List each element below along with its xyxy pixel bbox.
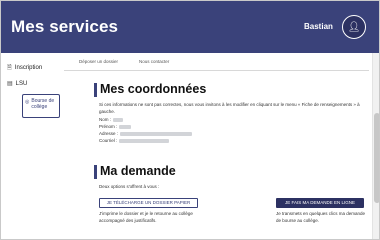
book-icon: ▤	[7, 81, 13, 87]
coordonnees-intro: Si ces informations ne sont pas correcte…	[99, 102, 360, 114]
sidebar-item-lsu[interactable]: ▤ LSU	[7, 80, 28, 88]
section-accent-bar	[94, 83, 97, 97]
field-label: Courriel :	[99, 138, 118, 143]
sidebar: 🗎︎ Inscription ▤ LSU ◎ Bourse de collège	[1, 53, 63, 239]
section-title-demande: Ma demande	[100, 164, 176, 178]
options-text: Deux options s'offrent à vous :	[99, 184, 160, 189]
avatar[interactable]: 👤︎	[342, 15, 366, 39]
tab-bar: Déposer un dossier Nous contacter	[64, 53, 369, 71]
redacted-value	[119, 138, 170, 143]
field-label: Nom :	[99, 117, 112, 122]
app-title: Mes services	[11, 17, 119, 36]
tab-deposer-dossier[interactable]: Déposer un dossier	[79, 59, 118, 64]
online-description: Je transmets en quelques clics ma demand…	[276, 211, 366, 223]
redacted-value	[119, 124, 132, 129]
online-request-button[interactable]: JE FAIS MA DEMANDE EN LIGNE	[276, 198, 364, 208]
app-window: Mes services Bastian 👤︎ 🗎︎ Inscription ▤…	[0, 0, 380, 240]
sidebar-item-label: LSU	[15, 80, 28, 87]
redacted-value	[113, 117, 124, 122]
paper-description: J'imprime le dossier et je le retourne a…	[99, 211, 193, 223]
scrollbar[interactable]	[372, 53, 379, 239]
tab-nous-contacter[interactable]: Nous contacter	[139, 59, 169, 64]
user-name[interactable]: Bastian	[304, 22, 333, 31]
sidebar-item-inscription[interactable]: 🗎︎ Inscription	[7, 63, 42, 73]
sidebar-item-label: Inscription	[14, 65, 43, 71]
field-courriel: Courriel :	[99, 138, 170, 143]
section-accent-bar	[94, 165, 97, 179]
field-nom: Nom :	[99, 117, 124, 122]
field-prenom: Prénom :	[99, 124, 132, 129]
field-label: Adresse :	[99, 131, 119, 136]
sidebar-item-label: Bourse de collège	[31, 98, 55, 110]
scrollbar-thumb[interactable]	[374, 113, 379, 203]
redacted-value	[120, 131, 193, 136]
user-icon: 👤︎	[347, 21, 361, 33]
document-icon: 🗎︎	[7, 65, 12, 71]
field-adresse: Adresse :	[99, 131, 193, 136]
section-title-coordonnees: Mes coordonnées	[100, 82, 207, 96]
field-label: Prénom :	[99, 124, 118, 129]
download-paper-button[interactable]: JE TÉLÉCHARGE UN DOSSIER PAPIER	[99, 198, 198, 208]
sidebar-item-bourse-college[interactable]: ◎ Bourse de collège	[22, 94, 60, 118]
app-header: Mes services Bastian 👤︎	[1, 1, 379, 53]
coins-icon: ◎	[25, 99, 30, 105]
